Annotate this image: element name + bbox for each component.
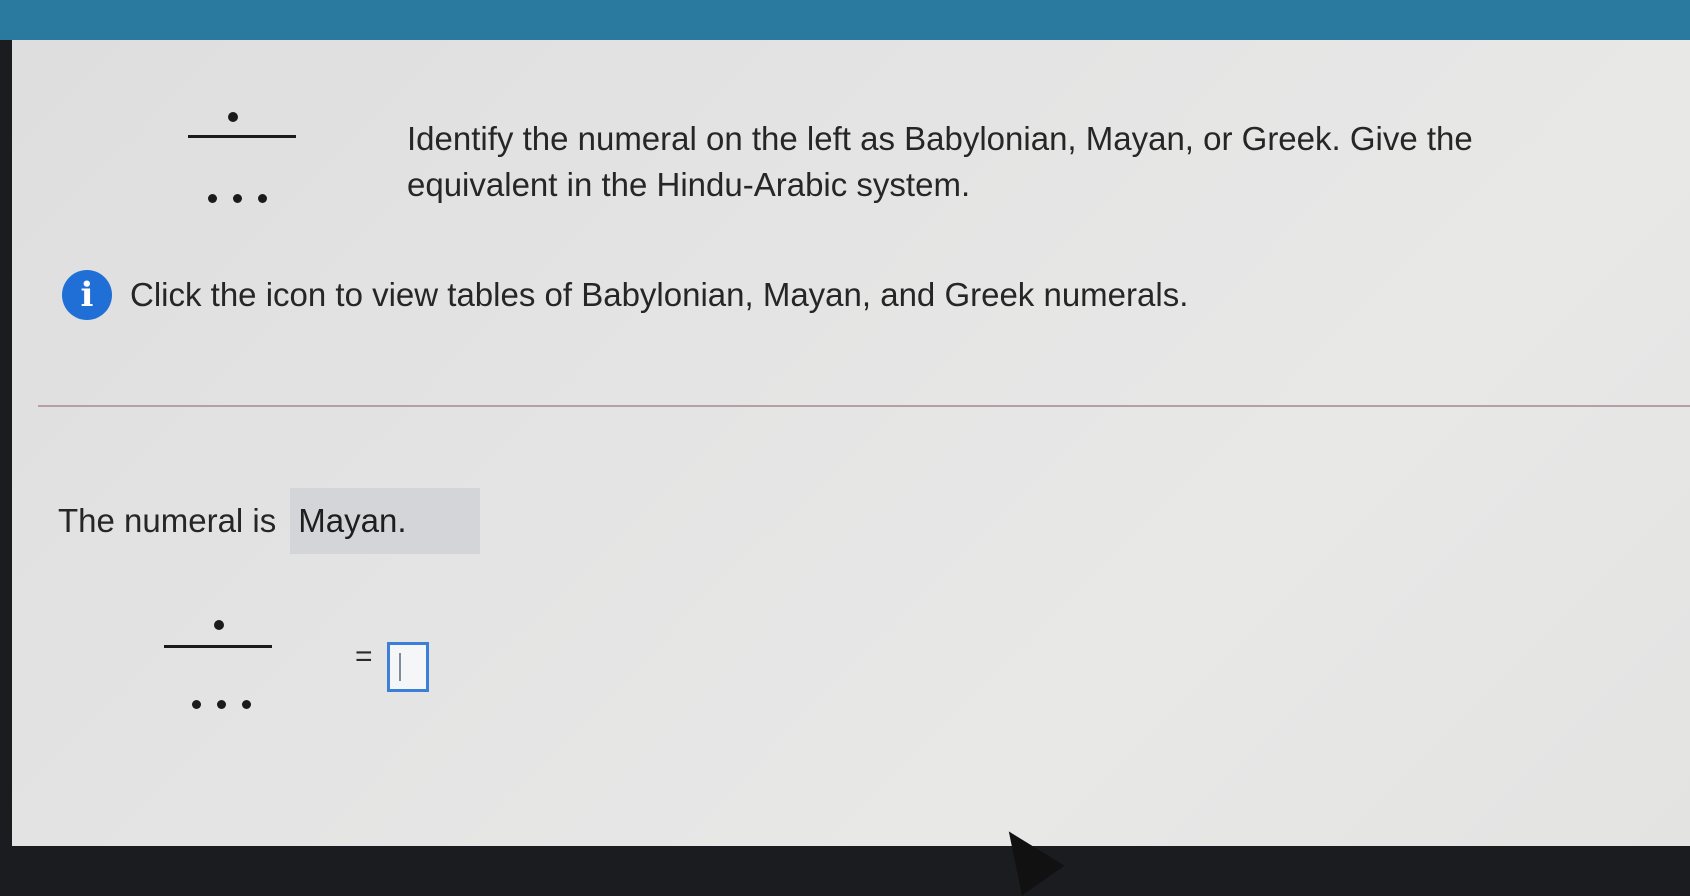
answer-input[interactable] — [387, 642, 429, 692]
info-row: i Click the icon to view tables of Babyl… — [62, 270, 1188, 320]
numeral-bottom-dots — [192, 700, 251, 709]
numeral-bottom-dots — [208, 194, 267, 203]
info-icon[interactable]: i — [62, 270, 112, 320]
question-text: Identify the numeral on the left as Baby… — [407, 120, 1473, 203]
divider — [38, 405, 1690, 407]
equals-sign: = — [355, 640, 373, 673]
answer-value: Mayan. — [290, 488, 481, 554]
numeral-bar — [164, 645, 272, 648]
answer-mayan-numeral — [158, 620, 278, 740]
question-mayan-numeral — [172, 112, 296, 232]
question-panel: Identify the numeral on the left as Baby… — [12, 40, 1690, 896]
answer-label: The numeral is — [58, 502, 277, 539]
mouse-cursor-icon — [987, 816, 1065, 896]
top-bar — [0, 0, 1690, 40]
answer-row: The numeral is Mayan. — [58, 488, 481, 554]
numeral-bar — [188, 135, 296, 138]
info-text: Click the icon to view tables of Babylon… — [130, 276, 1189, 313]
numeral-top-dot — [228, 112, 238, 122]
numeral-top-dot — [214, 620, 224, 630]
